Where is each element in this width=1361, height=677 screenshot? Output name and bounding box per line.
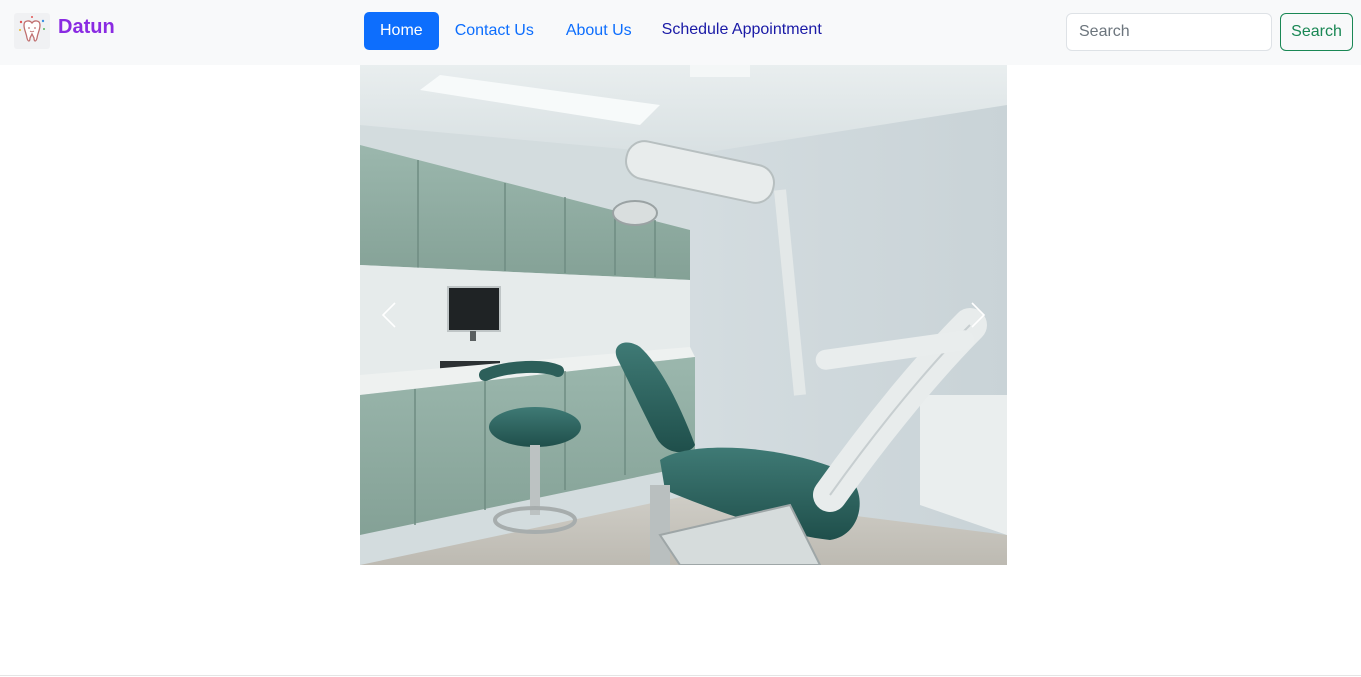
nav-link-about-us[interactable]: About Us [550, 12, 648, 50]
main-nav: Home Contact Us About Us Schedule Appoin… [364, 12, 838, 50]
brand-link[interactable]: Datun [14, 13, 115, 49]
nav-link-schedule-appointment[interactable]: Schedule Appointment [648, 11, 838, 49]
search-form: Search [1066, 13, 1353, 51]
nav-link-home[interactable]: Home [364, 12, 439, 50]
search-button[interactable]: Search [1280, 13, 1353, 51]
search-input[interactable] [1066, 13, 1272, 51]
carousel-prev-button[interactable] [370, 295, 410, 335]
carousel-next-button[interactable] [957, 295, 997, 335]
dental-clinic-image [360, 65, 1007, 565]
tooth-logo-icon [14, 13, 50, 49]
image-carousel [360, 65, 1007, 565]
footer-divider [0, 675, 1361, 676]
chevron-left-icon [381, 302, 396, 328]
chevron-right-icon [971, 302, 986, 328]
nav-link-contact-us[interactable]: Contact Us [439, 12, 550, 50]
top-navbar: Datun Home Contact Us About Us Schedule … [0, 0, 1361, 65]
brand-name: Datun [58, 15, 115, 38]
